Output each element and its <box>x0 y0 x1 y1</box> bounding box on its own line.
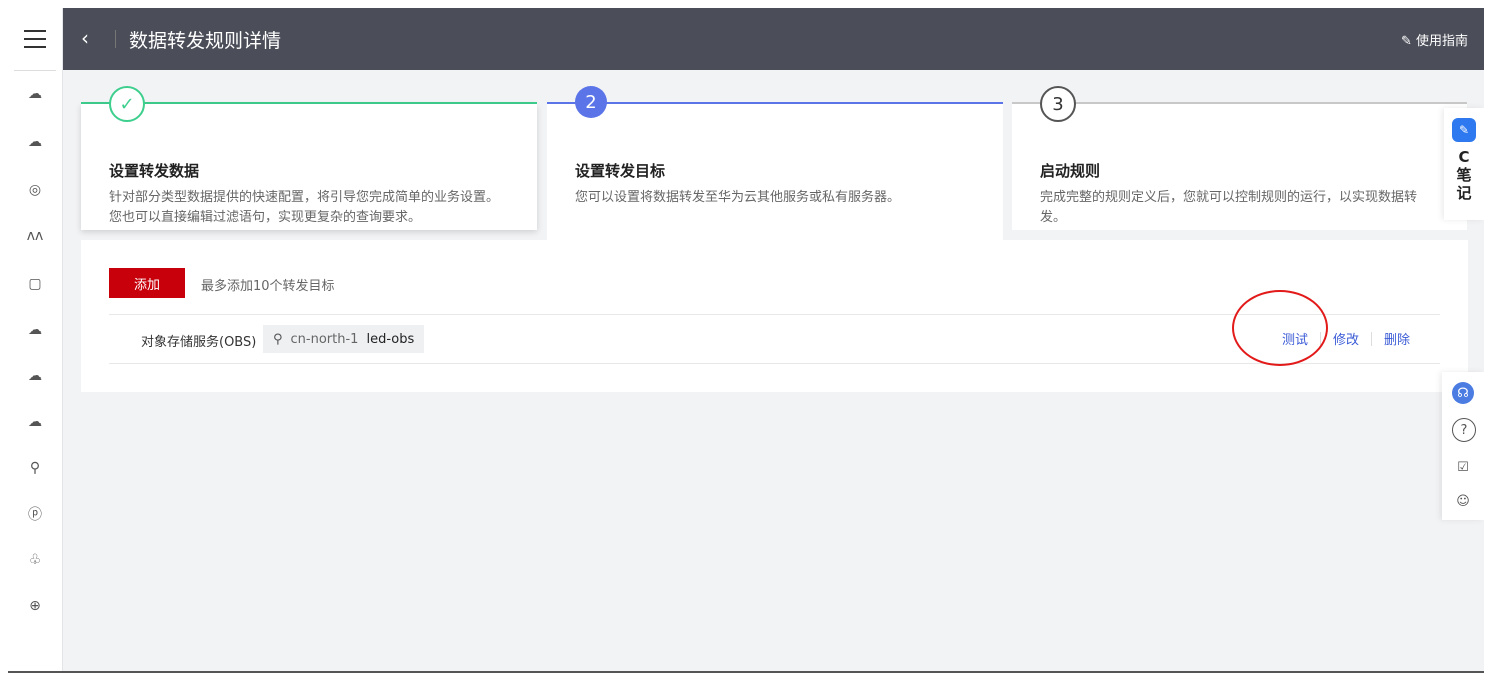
ip-icon[interactable]: ⓟ <box>25 504 45 524</box>
csdn-note-widget[interactable]: ✎ C 笔 记 <box>1444 108 1484 220</box>
check-icon: ✓ <box>109 86 145 122</box>
step-desc: 针对部分类型数据提供的快速配置，将引导您完成简单的业务设置。您也可以直接编辑过滤… <box>109 190 500 225</box>
step-title: 设置转发数据 <box>109 162 200 180</box>
location-pin-icon: ⚲ <box>273 331 283 347</box>
annotation-circle <box>1232 290 1328 366</box>
header-divider <box>115 30 116 48</box>
smile-icon[interactable]: ☺ <box>1452 490 1474 512</box>
step-card-1[interactable]: ✓ 设置转发数据 针对部分类型数据提供的快速配置，将引导您完成简单的业务设置。您… <box>81 86 537 230</box>
headset-icon[interactable]: ☊ <box>1452 382 1474 404</box>
database-icon[interactable]: ◎ <box>25 180 45 200</box>
header-bar: ‹ 数据转发规则详情 ✎ 使用指南 <box>63 8 1484 70</box>
note-label: C 笔 记 <box>1456 148 1472 202</box>
note-badge-icon: ✎ <box>1452 118 1476 142</box>
sidebar: ☁ ☁ ◎ ʌʌ ▢ ☁ ☁ ☁ ⚲ ⓟ ♧ ⊕ <box>8 8 63 671</box>
step-card-3[interactable]: 3 启动规则 完成完整的规则定义后，您就可以控制规则的运行，以实现数据转发。 <box>1012 86 1467 230</box>
location-tag: ⚲ cn-north-1 led-obs <box>263 325 425 353</box>
add-button[interactable]: 添加 <box>109 268 185 298</box>
sidebar-divider <box>14 70 56 71</box>
device-icon[interactable]: ▢ <box>25 274 45 294</box>
menu-icon[interactable] <box>24 30 46 54</box>
cloud-speed-icon[interactable]: ☁ <box>25 412 45 432</box>
step-desc: 您可以设置将数据转发至华为云其他服务或私有服务器。 <box>575 190 901 205</box>
add-hint: 最多添加10个转发目标 <box>201 279 335 294</box>
globe-icon[interactable]: ⊕ <box>25 596 45 616</box>
edit-link[interactable]: 修改 <box>1321 329 1371 348</box>
bucket-label: led-obs <box>366 331 415 347</box>
back-chevron-icon[interactable]: ‹ <box>81 26 89 50</box>
delete-link[interactable]: 删除 <box>1372 329 1422 348</box>
waveform-icon[interactable]: ʌʌ <box>25 226 45 246</box>
page-title: 数据转发规则详情 <box>129 30 282 52</box>
guide-link[interactable]: ✎ 使用指南 <box>1401 30 1468 49</box>
right-toolbar: ☊ ? ☑ ☺ <box>1442 372 1484 520</box>
step-wizard: ✓ 设置转发数据 针对部分类型数据提供的快速配置，将引导您完成简单的业务设置。您… <box>81 84 1467 260</box>
step-desc: 完成完整的规则定义后，您就可以控制规则的运行，以实现数据转发。 <box>1040 190 1418 225</box>
edit-icon: ✎ <box>1400 34 1416 49</box>
step-card-2[interactable]: 2 设置转发目标 您可以设置将数据转发至华为云其他服务或私有服务器。 <box>547 86 1003 260</box>
cloud-server-icon[interactable]: ☁ <box>25 84 45 104</box>
antenna-icon[interactable]: ⚲ <box>25 458 45 478</box>
help-icon[interactable]: ? <box>1452 418 1476 442</box>
cloud-upload-icon[interactable]: ☁ <box>25 366 45 386</box>
cluster-icon[interactable]: ♧ <box>25 550 45 570</box>
step-number: 3 <box>1040 86 1076 122</box>
region-label: cn-north-1 <box>290 331 359 347</box>
service-name: 对象存储服务(OBS) <box>141 335 257 350</box>
step-title: 启动规则 <box>1040 162 1101 180</box>
cloud-outline-icon[interactable]: ☁ <box>25 320 45 340</box>
feedback-icon[interactable]: ☑ <box>1452 456 1474 478</box>
cloud-dots-icon[interactable]: ☁ <box>25 132 45 152</box>
step-title: 设置转发目标 <box>575 162 666 180</box>
step-number: 2 <box>575 86 607 118</box>
